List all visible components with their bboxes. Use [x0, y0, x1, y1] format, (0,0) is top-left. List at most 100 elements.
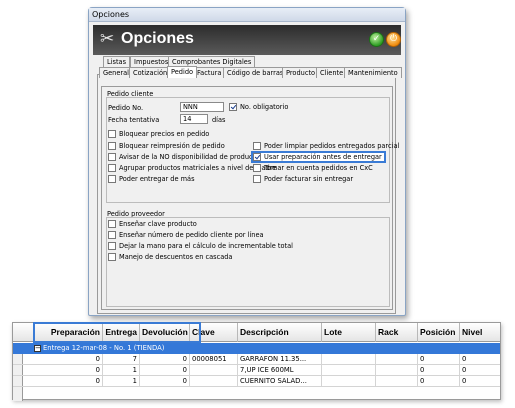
cell-nivel: 0 — [462, 366, 467, 374]
ensenar-clave-checkbox[interactable]: Enseñar clave producto — [108, 220, 197, 228]
col-nivel[interactable]: Nivel — [460, 323, 501, 342]
no-obligatorio-label: No. obligatorio — [240, 103, 289, 111]
option-label: Poder entregar de más — [119, 175, 195, 183]
option-label: Poder facturar sin entregar — [264, 175, 354, 183]
table-row[interactable]: 0 1 0 CUERNITO SALAD... 0 0 — [13, 376, 500, 387]
checkbox-box — [108, 164, 116, 172]
group-row[interactable]: − Entrega 12-mar-08 - No. 1 (TIENDA) — [13, 343, 500, 354]
tomar-en-cuenta-cxc-checkbox[interactable]: Tomar en cuenta pedidos en CxC — [253, 164, 373, 172]
option-label: Usar preparación antes de entregar — [264, 153, 382, 161]
group-row-label: Entrega 12-mar-08 - No. 1 (TIENDA) — [43, 344, 165, 352]
fecha-tentativa-input[interactable]: 14 — [180, 114, 208, 124]
descuentos-cascada-checkbox[interactable]: Manejo de descuentos en cascada — [108, 253, 232, 261]
col-posicion[interactable]: Posición — [418, 323, 460, 342]
cell-preparacion: 0 — [23, 365, 103, 376]
tab-mantenimiento[interactable]: Mantenimiento — [344, 67, 402, 78]
collapse-icon[interactable]: − — [34, 345, 41, 352]
fecha-tentativa-label: Fecha tentativa — [108, 116, 160, 124]
checkbox-box — [253, 153, 261, 161]
cell-descripcion: 7,UP ICE 600ML — [238, 365, 322, 376]
bloquear-precios-checkbox[interactable]: Bloquear precios en pedido — [108, 130, 209, 138]
highlight-frame — [33, 322, 201, 343]
window-title: Opciones — [89, 8, 405, 22]
cell-rack — [376, 365, 418, 376]
poder-facturar-sin-entregar-checkbox[interactable]: Poder facturar sin entregar — [253, 175, 353, 183]
opciones-window: Opciones ✂ Opciones ✓ ⏻ Listas Impuestos… — [88, 7, 406, 316]
cell-preparacion: 0 — [23, 354, 103, 365]
agrupar-matriciales-checkbox[interactable]: Agrupar productos matriciales a nivel de… — [108, 164, 276, 172]
checkbox-box — [253, 142, 261, 150]
bloquear-reimpresion-checkbox[interactable]: Bloquear reimpresión de pedido — [108, 142, 225, 150]
orange-power-icon[interactable]: ⏻ — [386, 32, 401, 47]
cell-devolucion: 0 — [140, 354, 190, 365]
checkbox-box — [108, 130, 116, 138]
cell-clave: 00008051 — [190, 354, 238, 365]
option-label: Avisar de la NO disponibilidad de produc… — [119, 153, 260, 161]
tab-pedido[interactable]: Pedido — [167, 66, 198, 78]
table-row[interactable]: 0 1 0 7,UP ICE 600ML 0 0 — [13, 365, 500, 376]
cell-preparacion: 0 — [23, 376, 103, 387]
dejar-la-mano-checkbox[interactable]: Dejar la mano para el cálculo de increme… — [108, 242, 293, 250]
cell-descripcion: GARRAFON 11.35... — [238, 354, 322, 365]
cell-lote — [322, 376, 376, 387]
tab-codigo-de-barras[interactable]: Código de barras — [223, 67, 288, 78]
checkbox-box — [108, 153, 116, 161]
checkbox-box — [108, 142, 116, 150]
checkbox-box — [108, 231, 116, 239]
cell-posicion: 0 — [418, 365, 460, 376]
tab-general[interactable]: General — [99, 67, 133, 78]
option-label: Tomar en cuenta pedidos en CxC — [264, 164, 373, 172]
option-label: Dejar la mano para el cálculo de increme… — [119, 242, 294, 250]
cell-posicion: 0 — [418, 376, 460, 387]
cell-descripcion: CUERNITO SALAD... — [238, 376, 322, 387]
cell-lote — [322, 365, 376, 376]
checkbox-box — [108, 175, 116, 183]
col-rack[interactable]: Rack — [376, 323, 418, 342]
usar-preparacion-checkbox[interactable]: Usar preparación antes de entregar — [251, 151, 386, 163]
cell-clave — [190, 376, 238, 387]
poder-limpiar-pedidos-checkbox[interactable]: Poder limpiar pedidos entregados parcial — [253, 142, 399, 150]
checkbox-box — [108, 220, 116, 228]
option-label: Poder limpiar pedidos entregados parcial — [264, 142, 400, 150]
cell-rack — [376, 354, 418, 365]
option-label: Manejo de descuentos en cascada — [119, 253, 233, 261]
col-descripcion[interactable]: Descripción — [238, 323, 322, 342]
tab-cliente[interactable]: Cliente — [316, 67, 348, 78]
tab-impuestos[interactable]: Impuestos — [130, 56, 173, 67]
cell-entrega: 7 — [103, 354, 140, 365]
pedido-no-label: Pedido No. — [108, 104, 144, 112]
option-label: Bloquear precios en pedido — [119, 130, 210, 138]
col-lote[interactable]: Lote — [322, 323, 376, 342]
tab-listas[interactable]: Listas — [103, 56, 131, 67]
poder-entregar-de-mas-checkbox[interactable]: Poder entregar de más — [108, 175, 195, 183]
option-label: Bloquear reimpresión de pedido — [119, 142, 225, 150]
cell-entrega: 1 — [103, 365, 140, 376]
option-label: Enseñar número de pedido cliente por lín… — [119, 231, 264, 239]
pedido-cliente-group — [106, 97, 390, 203]
tab-factura[interactable]: Factura — [193, 67, 226, 78]
no-obligatorio-checkbox[interactable]: No. obligatorio — [229, 103, 288, 111]
cell-entrega: 1 — [103, 376, 140, 387]
green-check-icon[interactable]: ✓ — [369, 32, 384, 47]
cell-nivel: 0 — [462, 377, 467, 385]
table-row[interactable]: 0 7 0 00008051 GARRAFON 11.35... 0 0 — [13, 354, 500, 365]
banner: ✂ Opciones ✓ ⏻ — [93, 25, 401, 55]
tools-icon: ✂ — [100, 29, 115, 49]
checkbox-box — [108, 242, 116, 250]
checkbox-box — [253, 164, 261, 172]
cell-rack — [376, 376, 418, 387]
pedido-no-input[interactable]: NNN — [180, 102, 224, 112]
ensenar-numero-pedido-checkbox[interactable]: Enseñar número de pedido cliente por lín… — [108, 231, 264, 239]
banner-title: Opciones — [121, 30, 194, 47]
checkbox-box — [253, 175, 261, 183]
cell-devolucion: 0 — [140, 365, 190, 376]
avisar-no-disponibilidad-checkbox[interactable]: Avisar de la NO disponibilidad de produc… — [108, 153, 259, 161]
option-label: Enseñar clave producto — [119, 220, 197, 228]
checkbox-box — [229, 103, 237, 111]
tab-cotizacion[interactable]: Cotización — [129, 67, 172, 78]
cell-clave — [190, 365, 238, 376]
cell-posicion: 0 — [418, 354, 460, 365]
cell-devolucion: 0 — [140, 376, 190, 387]
dias-label: días — [212, 116, 226, 124]
tab-producto[interactable]: Producto — [282, 67, 320, 78]
